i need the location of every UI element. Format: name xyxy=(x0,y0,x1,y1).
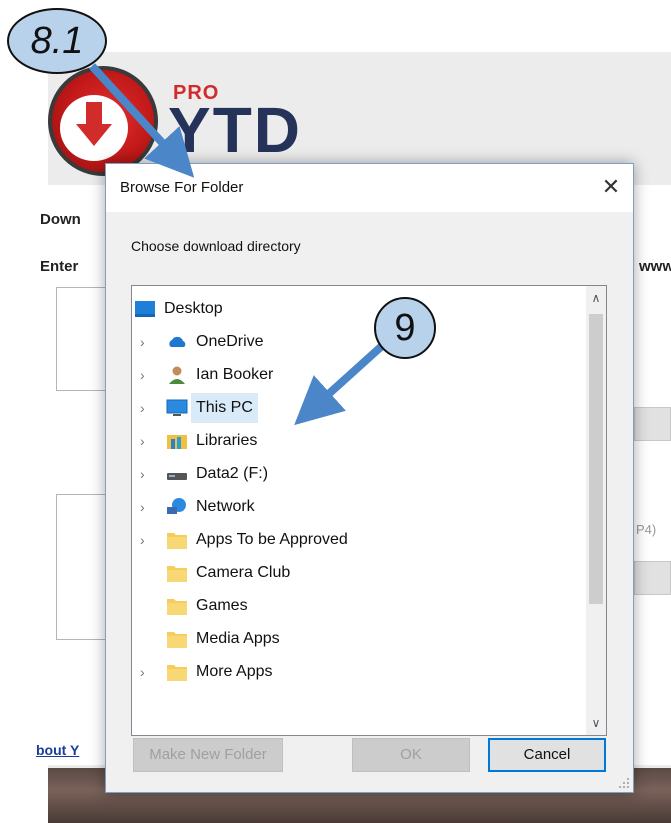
dialog-prompt: Choose download directory xyxy=(131,238,301,254)
computer-icon xyxy=(166,398,188,418)
url-label-fragment: www xyxy=(639,258,671,275)
tree-item[interactable]: › OneDrive xyxy=(132,327,582,357)
tree-item-label: More Apps xyxy=(196,663,273,680)
right-button-fragment[interactable] xyxy=(634,407,671,441)
drive-icon xyxy=(166,464,188,484)
format-label-fragment: P4) xyxy=(636,522,657,537)
step-callout-9: 9 xyxy=(374,297,436,359)
tree-item-label: OneDrive xyxy=(196,333,264,350)
folder-icon xyxy=(166,596,188,616)
expand-chevron-icon[interactable]: › xyxy=(140,426,154,456)
expand-chevron-icon[interactable]: › xyxy=(140,492,154,522)
expand-chevron-icon[interactable]: › xyxy=(140,360,154,390)
desktop-icon xyxy=(134,299,156,319)
tree-item[interactable]: Desktop xyxy=(132,294,582,324)
onedrive-cloud-icon xyxy=(166,332,188,352)
tree-item-label: Games xyxy=(196,597,248,614)
expand-chevron-icon[interactable]: › xyxy=(140,327,154,357)
about-link-fragment[interactable]: bout Y xyxy=(36,742,79,758)
tree-item[interactable]: Games xyxy=(132,591,582,621)
right-button-fragment-2[interactable] xyxy=(634,561,671,595)
folder-icon xyxy=(166,662,188,682)
scroll-up-icon[interactable]: ∧ xyxy=(586,288,606,308)
scroll-thumb[interactable] xyxy=(589,314,603,604)
tree-item[interactable]: › Data2 (F:) xyxy=(132,459,582,489)
tree-item-label: Network xyxy=(196,498,255,515)
tree-item[interactable]: › Ian Booker xyxy=(132,360,582,390)
dialog-titlebar[interactable]: Browse For Folder ✕ xyxy=(106,164,633,212)
tree-item-label: Apps To be Approved xyxy=(196,531,348,548)
make-new-folder-label: Make New Folder xyxy=(149,746,267,763)
expand-chevron-icon[interactable]: › xyxy=(140,657,154,687)
browse-for-folder-dialog: Browse For Folder ✕ Choose download dire… xyxy=(105,163,634,793)
tree-item[interactable]: Camera Club xyxy=(132,558,582,588)
folder-icon xyxy=(166,563,188,583)
enter-label-fragment: Enter xyxy=(40,258,79,275)
step-callout-8-1: 8.1 xyxy=(7,8,107,74)
close-icon: ✕ xyxy=(601,174,621,199)
folder-tree[interactable]: Desktop › OneDrive › Ian Booker › This PC › Libr… xyxy=(131,285,607,736)
expand-chevron-icon[interactable]: › xyxy=(140,525,154,555)
tree-item-label: Ian Booker xyxy=(196,366,274,383)
expand-chevron-icon[interactable]: › xyxy=(140,393,154,423)
tree-item-label: Camera Club xyxy=(196,564,291,581)
tree-item-label: Libraries xyxy=(196,432,258,449)
tree-item[interactable]: › Network xyxy=(132,492,582,522)
ok-label: OK xyxy=(400,746,422,763)
download-arrow-icon xyxy=(76,102,112,146)
tree-item[interactable]: Media Apps xyxy=(132,624,582,654)
make-new-folder-button[interactable]: Make New Folder xyxy=(133,738,283,772)
tree-item-label: Desktop xyxy=(164,300,223,317)
ok-button[interactable]: OK xyxy=(352,738,470,772)
download-heading-fragment: Down xyxy=(40,211,81,228)
user-icon xyxy=(166,365,188,385)
resize-grip-icon[interactable] xyxy=(618,777,630,789)
tree-item[interactable]: › Libraries xyxy=(132,426,582,456)
close-button[interactable]: ✕ xyxy=(597,174,625,202)
cancel-label: Cancel xyxy=(523,746,571,763)
scroll-down-icon[interactable]: ∨ xyxy=(586,713,606,733)
folder-icon xyxy=(166,629,188,649)
folder-icon xyxy=(166,530,188,550)
tree-item-label: Data2 (F:) xyxy=(196,465,269,482)
tree-scrollbar[interactable]: ∧ ∨ xyxy=(586,286,606,735)
cancel-button[interactable]: Cancel xyxy=(488,738,606,772)
expand-chevron-icon[interactable]: › xyxy=(140,459,154,489)
network-icon xyxy=(166,497,188,517)
tree-item-label: Media Apps xyxy=(196,630,280,647)
tree-item-label: This PC xyxy=(191,393,258,423)
libraries-icon xyxy=(166,431,188,451)
logo-ytd-text: YTD xyxy=(168,94,302,166)
tree-item[interactable]: › More Apps xyxy=(132,657,582,687)
dialog-title: Browse For Folder xyxy=(120,179,244,196)
tree-item[interactable]: › Apps To be Approved xyxy=(132,525,582,555)
tree-item[interactable]: › This PC xyxy=(132,393,582,423)
